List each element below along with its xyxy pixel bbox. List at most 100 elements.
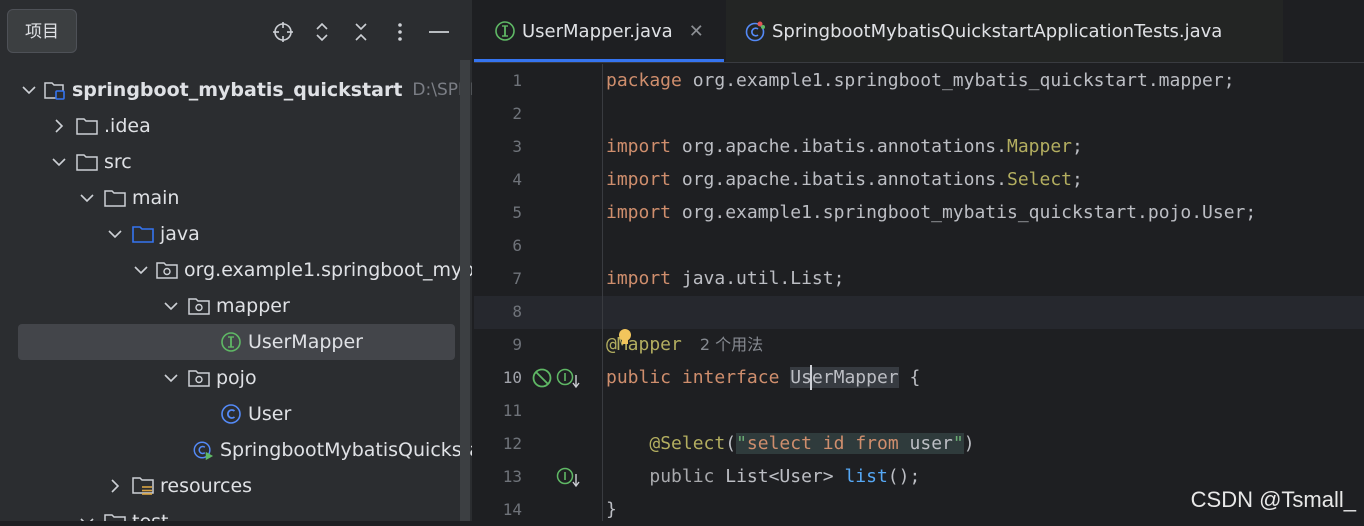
line-number: 13 bbox=[502, 467, 522, 486]
chevron-right-icon[interactable] bbox=[106, 477, 124, 495]
chevron-right-icon[interactable] bbox=[50, 117, 68, 135]
implemented-method-icon[interactable] bbox=[556, 465, 582, 489]
spring-app-icon bbox=[192, 439, 214, 461]
test-class-icon bbox=[744, 20, 766, 42]
tree-item-label: org.example1.springboot_myb bbox=[184, 259, 472, 281]
tree-item-label: mapper bbox=[216, 295, 290, 317]
resources-folder-icon bbox=[132, 475, 154, 497]
line-number: 2 bbox=[512, 104, 522, 123]
tree-item-mapper[interactable]: mapper bbox=[0, 288, 472, 324]
tree-item-label: pojo bbox=[216, 367, 257, 389]
tree-item-main[interactable]: main bbox=[0, 180, 472, 216]
line-number: 10 bbox=[502, 368, 522, 387]
locate-icon[interactable] bbox=[270, 18, 295, 46]
line-number: 14 bbox=[502, 500, 522, 519]
project-scrollbar[interactable] bbox=[460, 60, 470, 521]
tree-item-java[interactable]: java bbox=[0, 216, 472, 252]
class-icon bbox=[220, 403, 242, 425]
tab-label: SpringbootMybatisQuickstartApplicationTe… bbox=[772, 20, 1223, 42]
tree-item-package-root[interactable]: org.example1.springboot_myb bbox=[0, 252, 472, 288]
project-toolbar bbox=[270, 18, 451, 46]
line-number: 1 bbox=[512, 71, 522, 90]
tree-item-application[interactable]: SpringbootMybatisQuicksta bbox=[0, 432, 472, 468]
tree-item-src[interactable]: src bbox=[0, 144, 472, 180]
tab-usermapper[interactable]: UserMapper.java ✕ bbox=[474, 0, 724, 62]
line-number: 6 bbox=[512, 236, 522, 255]
code-line-7: import java.util.List; bbox=[606, 268, 845, 289]
project-tool-window: 项目 springboot_mybatis_quickstart D:\SPRI… bbox=[0, 0, 472, 521]
interface-icon bbox=[220, 331, 242, 353]
code-line-4: import org.apache.ibatis.annotations.Sel… bbox=[606, 169, 1083, 190]
folder-icon bbox=[104, 511, 126, 521]
module-icon bbox=[44, 79, 66, 101]
active-tab-indicator bbox=[474, 59, 724, 62]
line-number: 3 bbox=[512, 137, 522, 156]
editor-gutter: 1 2 3 4 5 6 7 8 9 10 11 12 13 14 bbox=[474, 64, 601, 521]
code-line-10: public interface UserMapper { bbox=[606, 367, 921, 388]
tree-item-user[interactable]: User bbox=[0, 396, 472, 432]
tree-item-label: test bbox=[132, 511, 169, 521]
line-number: 9 bbox=[512, 335, 522, 354]
package-icon bbox=[156, 259, 178, 281]
tree-item-label: src bbox=[104, 151, 132, 173]
folder-icon bbox=[104, 187, 126, 209]
folder-icon bbox=[76, 151, 98, 173]
line-number: 7 bbox=[512, 269, 522, 288]
usages-hint[interactable]: 2 个用法 bbox=[700, 335, 763, 354]
no-bean-icon[interactable] bbox=[530, 366, 554, 390]
chevron-down-icon[interactable] bbox=[78, 189, 96, 207]
interface-icon bbox=[494, 20, 516, 42]
tree-item-test[interactable]: test bbox=[0, 504, 472, 521]
tree-item-label: java bbox=[160, 223, 200, 245]
tree-item-label: SpringbootMybatisQuicksta bbox=[220, 439, 472, 461]
tree-item-label: .idea bbox=[104, 115, 151, 137]
code-line-3: import org.apache.ibatis.annotations.Map… bbox=[606, 136, 1083, 157]
chevron-down-icon[interactable] bbox=[78, 513, 96, 521]
text-caret bbox=[810, 365, 812, 390]
chevron-down-icon[interactable] bbox=[162, 369, 180, 387]
line-number: 12 bbox=[502, 434, 522, 453]
tree-item-usermapper[interactable]: UserMapper bbox=[18, 324, 455, 360]
collapse-all-icon[interactable] bbox=[348, 18, 373, 46]
folder-icon bbox=[76, 115, 98, 137]
code-line-5: import org.example1.springboot_mybatis_q… bbox=[606, 202, 1257, 223]
chevron-down-icon[interactable] bbox=[106, 225, 124, 243]
code-area[interactable]: package org.example1.springboot_mybatis_… bbox=[602, 64, 1364, 521]
tree-item-label: main bbox=[132, 187, 180, 209]
tree-item-idea[interactable]: .idea bbox=[0, 108, 472, 144]
chevron-down-icon[interactable] bbox=[22, 81, 36, 99]
editor-tab-bar: UserMapper.java ✕ SpringbootMybatisQuick… bbox=[474, 0, 1364, 63]
tree-item-label: resources bbox=[160, 475, 253, 497]
package-icon bbox=[188, 367, 210, 389]
implemented-interface-icon[interactable] bbox=[556, 366, 582, 390]
code-line-1: package org.example1.springboot_mybatis_… bbox=[606, 70, 1235, 91]
hide-icon[interactable] bbox=[426, 18, 451, 46]
line-number: 11 bbox=[502, 401, 522, 420]
code-line-12: @Select("select id from user") bbox=[649, 433, 975, 454]
expand-collapse-icon[interactable] bbox=[309, 18, 334, 46]
tab-application-tests[interactable]: SpringbootMybatisQuickstartApplicationTe… bbox=[726, 0, 1283, 62]
package-icon bbox=[188, 295, 210, 317]
code-line-14: } bbox=[606, 499, 617, 520]
identifier-usermapper[interactable]: UserMapper bbox=[790, 367, 899, 388]
more-icon[interactable] bbox=[387, 18, 412, 46]
tree-item-project-root[interactable]: springboot_mybatis_quickstart D:\SPRINGB bbox=[0, 72, 472, 108]
lightbulb-icon[interactable] bbox=[617, 328, 633, 348]
tree-item-label: UserMapper bbox=[248, 331, 363, 353]
tree-item-resources[interactable]: resources bbox=[0, 468, 472, 504]
chevron-down-icon[interactable] bbox=[50, 153, 68, 171]
chevron-down-icon[interactable] bbox=[162, 297, 180, 315]
tree-item-label: springboot_mybatis_quickstart bbox=[72, 79, 403, 101]
tree-item-label: User bbox=[248, 403, 292, 425]
tree-item-pojo[interactable]: pojo bbox=[0, 360, 472, 396]
code-editor: UserMapper.java ✕ SpringbootMybatisQuick… bbox=[474, 0, 1364, 521]
line-number: 8 bbox=[512, 302, 522, 321]
code-line-13: public List<User> list(); bbox=[649, 466, 921, 487]
project-panel-title[interactable]: 项目 bbox=[7, 9, 77, 53]
chevron-down-icon[interactable] bbox=[134, 261, 148, 279]
watermark: CSDN @Tsmall_ bbox=[1190, 487, 1356, 512]
tab-label: UserMapper.java bbox=[522, 20, 673, 42]
close-icon[interactable]: ✕ bbox=[689, 21, 704, 42]
source-folder-icon bbox=[132, 223, 154, 245]
line-number: 5 bbox=[512, 203, 522, 222]
